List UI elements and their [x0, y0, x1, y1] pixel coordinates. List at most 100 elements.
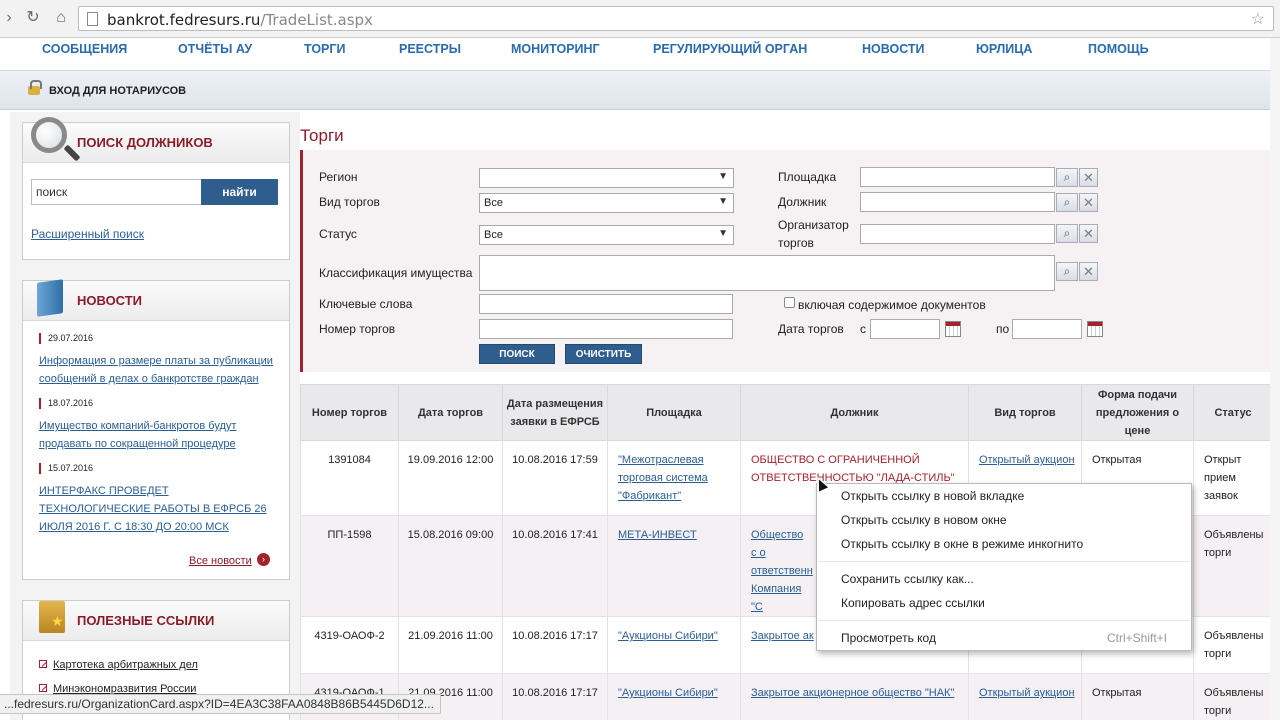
nav-legal-entities[interactable]: ЮРЛИЦА [976, 42, 1032, 56]
calendar-icon[interactable] [945, 321, 961, 337]
platform-input[interactable] [860, 167, 1055, 187]
status-bubble: ...fedresurs.ru/OrganizationCard.aspx?ID… [0, 694, 441, 714]
column-header[interactable]: Дата торгов [398, 384, 503, 441]
news-link[interactable]: Имущество компаний-банкротов будут прода… [39, 417, 279, 453]
nav-monitoring[interactable]: МОНИТОРИНГ [511, 42, 600, 56]
trade-status: Объявлены торги [1193, 515, 1273, 617]
nav-messages[interactable]: СООБЩЕНИЯ [42, 42, 127, 56]
date-from-label: с [860, 322, 866, 336]
menu-open-new-tab[interactable]: Открыть ссылку в новой вкладке [841, 489, 1024, 503]
close-icon[interactable]: ✕ [1079, 262, 1098, 281]
url-path: /TradeList.aspx [260, 11, 373, 29]
news-item: 29.07.2016 Информация о размере платы за… [39, 333, 279, 388]
home-icon[interactable]: ⌂ [52, 9, 70, 27]
search-icon[interactable]: ⌕ [1056, 224, 1078, 243]
nav-help[interactable]: ПОМОЩЬ [1088, 42, 1149, 56]
trade-number-input[interactable] [479, 319, 733, 339]
external-link-icon [39, 684, 47, 692]
column-header[interactable]: Дата размещения заявки в ЕФРСБ [502, 384, 608, 441]
trade-type-link[interactable]: Открытый аукцион [979, 687, 1075, 699]
news-date: 29.07.2016 [39, 333, 279, 344]
date-to-input[interactable] [1012, 319, 1082, 339]
browser-toolbar: › ↻ ⌂ bankrot.fedresurs.ru/TradeList.asp… [0, 0, 1280, 38]
arrow-right-icon[interactable]: › [257, 553, 270, 566]
calendar-icon[interactable] [1087, 321, 1103, 337]
platform-link[interactable]: "Аукционы Сибири" [618, 687, 718, 699]
placement-date: 10.08.2016 17:59 [502, 440, 608, 516]
forward-icon[interactable]: › [0, 9, 18, 27]
nav-reports[interactable]: ОТЧЁТЫ АУ [178, 42, 252, 56]
close-icon[interactable]: ✕ [1079, 168, 1098, 187]
date-from-input[interactable] [870, 319, 940, 339]
advanced-search-link[interactable]: Расширенный поиск [31, 227, 144, 241]
debtor-link[interactable]: Общество с о ответственн Компания "С [751, 529, 813, 613]
useful-link-item[interactable]: Картотека арбитражных дел [39, 659, 198, 671]
trade-type-select[interactable]: Все ▼ [479, 193, 734, 213]
debtor-link[interactable]: ОБЩЕСТВО С ОГРАНИЧЕННОЙ ОТВЕТСТВЕННОСТЬЮ… [751, 454, 955, 484]
nav-regulator[interactable]: РЕГУЛИРУЮЩИЙ ОРГАН [653, 42, 807, 56]
trade-type-link[interactable]: Открытый аукцион [979, 454, 1075, 466]
scrollbar[interactable] [1270, 38, 1280, 720]
nav-trades[interactable]: ТОРГИ [304, 42, 345, 56]
trade-number: ПП-1598 [300, 515, 399, 617]
magnifier-icon [31, 117, 67, 153]
keywords-input[interactable] [479, 294, 733, 314]
menu-copy-link[interactable]: Копировать адрес ссылки [841, 596, 985, 610]
find-button[interactable]: найти [201, 179, 278, 205]
placement-date: 10.08.2016 17:41 [502, 515, 608, 617]
main-nav: СООБЩЕНИЯ ОТЧЁТЫ АУ ТОРГИ РЕЕСТРЫ МОНИТО… [0, 38, 1280, 64]
nav-registries[interactable]: РЕЕСТРЫ [399, 42, 461, 56]
status-select[interactable]: Все ▼ [479, 225, 734, 245]
nav-news[interactable]: НОВОСТИ [862, 42, 925, 56]
all-news-link[interactable]: Все новости [189, 555, 252, 567]
include-docs-checkbox[interactable] [784, 297, 795, 308]
trade-date: 15.08.2016 09:00 [398, 515, 503, 617]
clear-button[interactable]: ОЧИСТИТЬ [565, 344, 642, 364]
notary-login-link[interactable]: ВХОД ДЛЯ НОТАРИУСОВ [49, 85, 186, 97]
reload-icon[interactable]: ↻ [24, 9, 42, 27]
search-icon[interactable]: ⌕ [1056, 193, 1078, 212]
menu-open-new-window[interactable]: Открыть ссылку в новом окне [841, 513, 1007, 527]
platform-label: Площадка [778, 170, 837, 184]
search-button[interactable]: ПОИСК [479, 344, 555, 364]
placement-date: 10.08.2016 17:17 [502, 616, 608, 674]
organizer-input[interactable] [860, 224, 1055, 244]
platform-link[interactable]: "Межотраслевая торговая система "Фабрика… [618, 454, 708, 502]
address-bar[interactable]: bankrot.fedresurs.ru/TradeList.aspx ☆ [78, 6, 1274, 31]
menu-save-link[interactable]: Сохранить ссылку как... [841, 572, 974, 586]
close-icon[interactable]: ✕ [1079, 193, 1098, 212]
classification-field[interactable] [479, 255, 1055, 291]
platform-link[interactable]: МЕТА-ИНВЕСТ [618, 529, 697, 541]
trade-type-value: Все [484, 197, 503, 209]
panel-title: НОВОСТИ [77, 293, 143, 308]
search-icon[interactable]: ⌕ [1056, 168, 1078, 187]
menu-open-incognito[interactable]: Открыть ссылку в окне в режиме инкогнито [841, 537, 1083, 551]
trade-date: 19.09.2016 12:00 [398, 440, 503, 516]
debtor-link[interactable]: Закрытое ак [751, 630, 814, 642]
close-icon[interactable]: ✕ [1079, 224, 1098, 243]
column-header[interactable]: Площадка [607, 384, 741, 441]
column-header[interactable]: Должник [740, 384, 969, 441]
debtor-link[interactable]: Закрытое акционерное общество "НАК" [751, 687, 954, 699]
column-header[interactable]: Статус [1193, 384, 1273, 441]
news-link[interactable]: Информация о размере платы за публикации… [39, 352, 279, 388]
debtor-search-input[interactable] [31, 179, 203, 205]
trade-date: 21.09.2016 11:00 [398, 616, 503, 674]
column-header[interactable]: Номер торгов [300, 384, 399, 441]
menu-inspect[interactable]: Просмотреть код [841, 631, 936, 645]
table-row[interactable]: 4319-ОАОФ-1 21.09.2016 11:00 10.08.2016 … [300, 673, 1273, 720]
news-link[interactable]: ИНТЕРФАКС ПРОВЕДЕТ ТЕХНОЛОГИЧЕСКИЕ РАБОТ… [39, 482, 279, 536]
region-select[interactable]: ▼ [479, 168, 734, 188]
search-icon[interactable]: ⌕ [1056, 262, 1078, 281]
trade-date-label: Дата торгов [778, 322, 844, 336]
trade-status: Объявлены торги [1193, 616, 1273, 674]
organizer-label: Организатор [778, 218, 849, 232]
organizer-label: торгов [778, 236, 814, 250]
panel-header: НОВОСТИ [23, 279, 289, 321]
column-header[interactable]: Вид торгов [968, 384, 1082, 441]
platform-link[interactable]: "Аукционы Сибири" [618, 630, 718, 642]
bookmark-star-icon[interactable]: ☆ [1251, 9, 1265, 29]
url-host: bankrot.fedresurs.ru [107, 11, 261, 29]
debtor-input[interactable] [860, 192, 1055, 212]
column-header[interactable]: Форма подачи предложения о цене [1081, 384, 1194, 441]
